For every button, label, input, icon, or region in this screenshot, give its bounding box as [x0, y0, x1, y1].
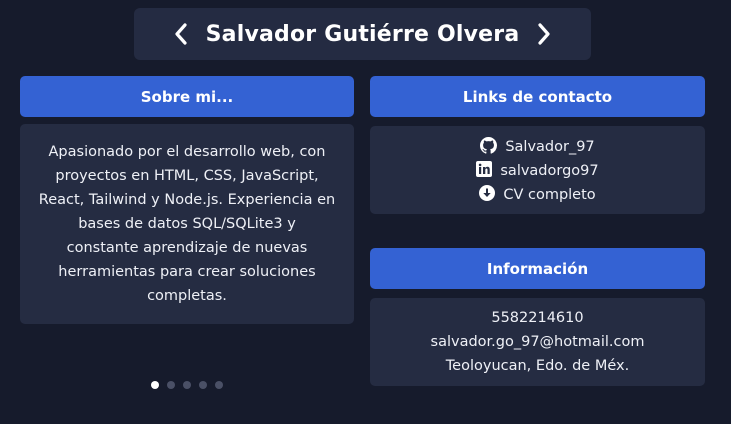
carousel-dot[interactable]	[183, 381, 191, 389]
carousel-dot[interactable]	[199, 381, 207, 389]
about-line: proyectos en HTML, CSS, JavaScript,	[55, 168, 319, 184]
location: Teoloyucan, Edo. de Méx.	[445, 358, 630, 374]
about-line: React, Tailwind y Node.js. Experiencia e…	[38, 192, 336, 208]
about-description: Apasionado por el desarrollo web, con pr…	[20, 124, 354, 308]
linkedin-link[interactable]: salvadorgo97	[476, 159, 599, 183]
carousel-dot[interactable]	[215, 381, 223, 389]
carousel-indicators	[151, 381, 223, 389]
contact-heading: Links de contacto	[370, 76, 705, 117]
about-line: Apasionado por el desarrollo web, con	[48, 144, 326, 160]
about-line: herramientas para crear soluciones	[58, 264, 316, 280]
about-line: completas.	[147, 288, 227, 304]
carousel-dot[interactable]	[167, 381, 175, 389]
carousel-dot[interactable]	[151, 381, 159, 389]
phone-number: 5582214610	[491, 310, 584, 326]
github-link[interactable]: Salvador_97	[480, 135, 595, 159]
about-line: constante aprendizaje de nuevas	[66, 240, 308, 256]
github-username: Salvador_97	[505, 139, 595, 155]
about-card: Apasionado por el desarrollo web, con pr…	[20, 124, 354, 324]
contact-card: Salvador_97 salvadorgo97 CV completo	[370, 126, 705, 214]
chevron-right-icon[interactable]	[533, 19, 555, 49]
email-address: salvador.go_97@hotmail.com	[430, 334, 645, 350]
linkedin-icon	[476, 161, 493, 181]
cv-download-link[interactable]: CV completo	[479, 183, 596, 207]
info-card: 5582214610 salvador.go_97@hotmail.com Te…	[370, 298, 705, 386]
chevron-left-icon[interactable]	[170, 19, 192, 49]
about-line: bases de datos SQL/SQLite3 y	[78, 216, 296, 232]
github-icon	[480, 136, 498, 158]
profile-name: Salvador Gutiérre Olvera	[205, 21, 520, 47]
about-heading: Sobre mi...	[20, 76, 354, 117]
profile-header: Salvador Gutiérre Olvera	[134, 8, 591, 60]
info-heading: Información	[370, 248, 705, 289]
cv-label: CV completo	[503, 187, 596, 203]
download-icon	[479, 185, 496, 205]
linkedin-username: salvadorgo97	[500, 163, 599, 179]
